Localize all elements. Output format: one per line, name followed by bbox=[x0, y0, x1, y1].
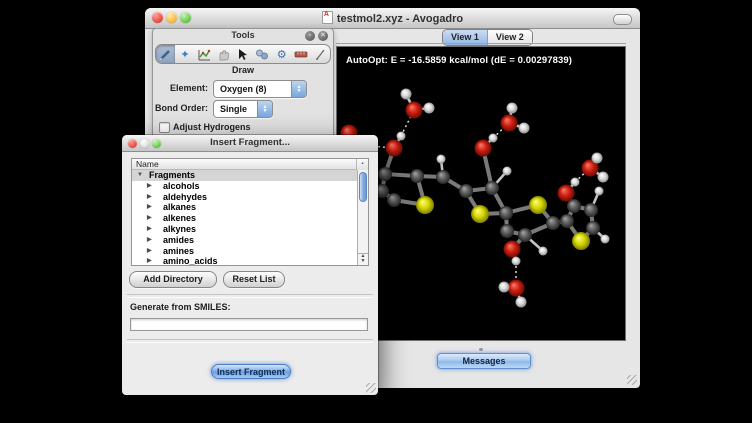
auto-optimize-tool-icon[interactable]: ⚙ bbox=[272, 45, 291, 63]
navigate-tool-icon[interactable]: ✦ bbox=[175, 45, 194, 63]
element-label: Element: bbox=[153, 83, 208, 93]
tree-item[interactable]: ▶ amines bbox=[132, 246, 357, 257]
element-select[interactable]: Oxygen (8) ▲▼ bbox=[213, 80, 307, 98]
measure-tool-icon[interactable] bbox=[291, 45, 310, 63]
tree-item[interactable]: ▶ alkanes bbox=[132, 202, 357, 213]
adjust-hydrogens-label: Adjust Hydrogens bbox=[173, 122, 251, 132]
separator bbox=[127, 339, 373, 343]
window-title: testmol2.xyz - Avogadro bbox=[145, 11, 640, 25]
tree-item-fragments[interactable]: ▼ Fragments bbox=[132, 170, 357, 181]
tree-item[interactable]: ▶ amino_acids bbox=[132, 256, 357, 265]
disclosure-closed-icon[interactable]: ▶ bbox=[147, 202, 152, 213]
tree-item[interactable]: ▶ alkynes bbox=[132, 224, 357, 235]
desktop: testmol2.xyz - Avogadro View 1 View 2 Au… bbox=[0, 0, 752, 423]
selection-tool-icon[interactable] bbox=[233, 45, 252, 63]
header-corner-icon: ▪ bbox=[356, 159, 368, 170]
molecule-render bbox=[337, 47, 625, 340]
combo-stepper-icon: ▲▼ bbox=[257, 101, 272, 117]
tree-item[interactable]: ▶ alcohols bbox=[132, 181, 357, 192]
add-directory-button[interactable]: Add Directory bbox=[129, 271, 217, 288]
disclosure-open-icon[interactable]: ▼ bbox=[137, 170, 143, 181]
list-scrollbar[interactable]: ▲▼ bbox=[357, 170, 368, 265]
combo-stepper-icon: ▲▼ bbox=[291, 81, 306, 97]
gl-viewport[interactable]: AutoOpt: E = -16.5859 kcal/mol (dE = 0.0… bbox=[336, 46, 626, 341]
dock-close-button[interactable]: ✕ bbox=[318, 31, 328, 41]
scrollbar-thumb[interactable] bbox=[359, 172, 367, 202]
document-icon bbox=[322, 11, 333, 24]
tool-section-label: Draw bbox=[153, 65, 333, 75]
manipulate-tool-icon[interactable] bbox=[214, 45, 233, 63]
draw-tool-icon[interactable] bbox=[156, 45, 175, 63]
messages-button[interactable]: Messages bbox=[437, 353, 531, 369]
smiles-label: Generate from SMILES: bbox=[130, 302, 231, 312]
insert-fragment-button[interactable]: Insert Fragment bbox=[211, 364, 291, 379]
tool-selector-toolbar: ✦ ⚙ bbox=[155, 44, 331, 64]
autoopt-status-text: AutoOpt: E = -16.5859 kcal/mol (dE = 0.0… bbox=[346, 55, 572, 66]
disclosure-closed-icon[interactable]: ▶ bbox=[147, 256, 152, 265]
dialog-resize-grip[interactable] bbox=[366, 383, 376, 393]
dock-float-button[interactable]: ◦ bbox=[305, 31, 315, 41]
fragment-tree: Name ▪ ▼ Fragments ▶ alcohols bbox=[131, 158, 369, 266]
bond-order-select[interactable]: Single ▲▼ bbox=[213, 100, 273, 118]
window-resize-grip[interactable] bbox=[627, 375, 637, 385]
tree-item[interactable]: ▶ aldehydes bbox=[132, 192, 357, 203]
disclosure-closed-icon[interactable]: ▶ bbox=[147, 192, 152, 203]
bond-centric-tool-icon[interactable] bbox=[253, 45, 272, 63]
tree-header-name[interactable]: Name bbox=[132, 159, 368, 170]
disclosure-closed-icon[interactable]: ▶ bbox=[147, 224, 152, 235]
splitter-handle[interactable] bbox=[479, 348, 483, 351]
scrollbar-arrows-icon[interactable]: ▲▼ bbox=[358, 253, 368, 265]
disclosure-closed-icon[interactable]: ▶ bbox=[147, 213, 152, 224]
align-tool-icon[interactable] bbox=[311, 45, 330, 63]
insert-fragment-dialog: Insert Fragment... Name ▪ ▼ Fragments ▶ … bbox=[122, 135, 378, 395]
main-titlebar[interactable]: testmol2.xyz - Avogadro bbox=[145, 8, 640, 29]
smiles-input[interactable] bbox=[130, 318, 368, 331]
tabpane-border bbox=[336, 43, 626, 44]
tree-item[interactable]: ▶ alkenes bbox=[132, 213, 357, 224]
disclosure-closed-icon[interactable]: ▶ bbox=[147, 246, 152, 257]
disclosure-closed-icon[interactable]: ▶ bbox=[147, 181, 152, 192]
separator bbox=[127, 294, 373, 298]
disclosure-closed-icon[interactable]: ▶ bbox=[147, 235, 152, 246]
dialog-titlebar[interactable]: Insert Fragment... bbox=[122, 135, 378, 152]
dialog-title: Insert Fragment... bbox=[122, 137, 378, 148]
bond-order-label: Bond Order: bbox=[153, 103, 208, 113]
adjust-hydrogens-checkbox[interactable] bbox=[159, 122, 170, 133]
reset-list-button[interactable]: Reset List bbox=[223, 271, 285, 288]
tree-item[interactable]: ▶ amides bbox=[132, 235, 357, 246]
auto-rotate-tool-icon[interactable] bbox=[195, 45, 214, 63]
toolbar-toggle-button[interactable] bbox=[613, 14, 632, 25]
